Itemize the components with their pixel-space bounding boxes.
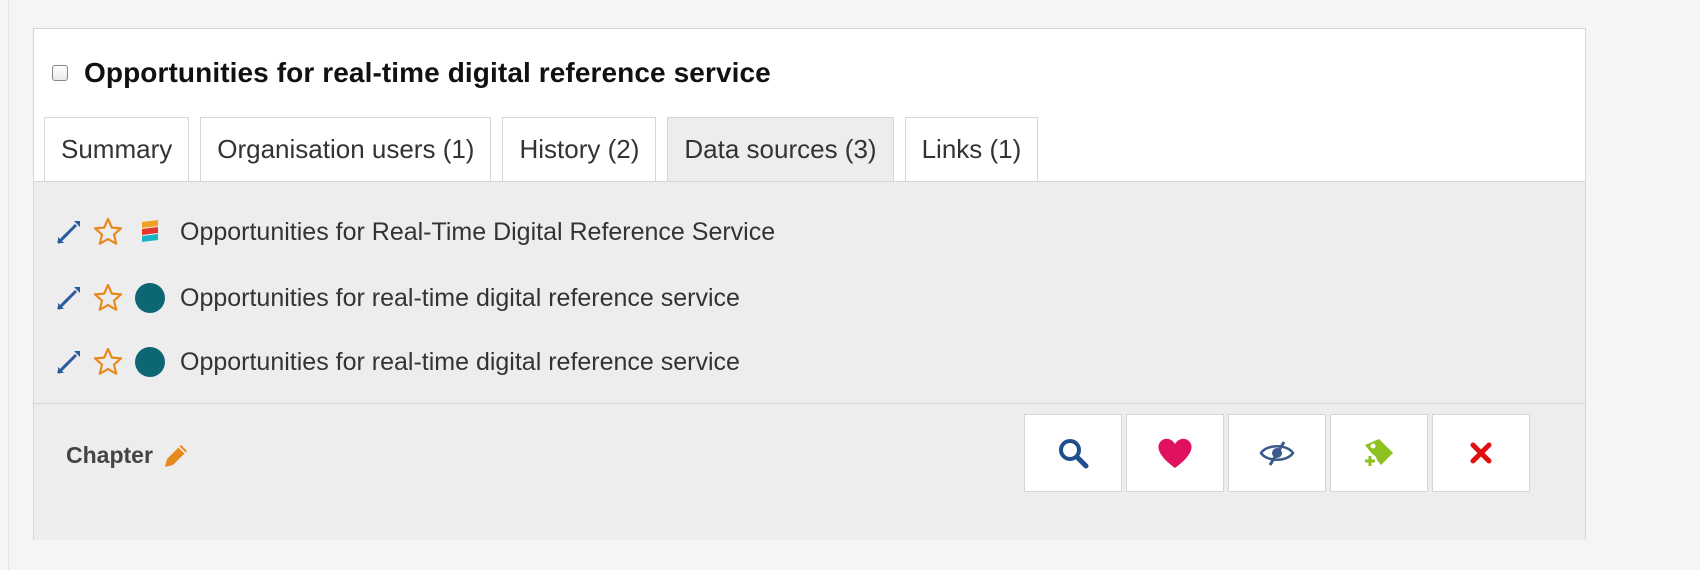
- tab-summary[interactable]: Summary: [44, 117, 190, 181]
- tab-data-sources[interactable]: Data sources (3): [667, 117, 894, 181]
- close-icon: [1470, 442, 1492, 464]
- data-source-label[interactable]: Opportunities for Real-Time Digital Refe…: [180, 218, 775, 247]
- star-icon[interactable]: [92, 216, 124, 248]
- record-card: Opportunities for real-time digital refe…: [33, 28, 1586, 540]
- tab-links[interactable]: Links (1): [904, 117, 1039, 181]
- delete-button[interactable]: [1432, 414, 1530, 492]
- star-icon[interactable]: [92, 346, 124, 378]
- chapter-label: Chapter: [66, 442, 153, 468]
- tab-bar: Summary Organisation users (1) History (…: [44, 117, 1049, 181]
- heart-icon: [1158, 438, 1192, 468]
- add-tag-button[interactable]: [1330, 414, 1428, 492]
- chapter-field: Chapter: [66, 442, 189, 469]
- record-header: Opportunities for real-time digital refe…: [52, 55, 771, 91]
- tag-add-icon: [1363, 439, 1393, 468]
- data-source-row: Opportunities for Real-Time Digital Refe…: [54, 212, 775, 252]
- favourite-button[interactable]: [1126, 414, 1224, 492]
- expand-arrows-icon[interactable]: [54, 217, 84, 247]
- expand-arrows-icon[interactable]: [54, 347, 84, 377]
- data-sources-panel: Opportunities for Real-Time Digital Refe…: [34, 181, 1585, 404]
- expand-arrows-icon[interactable]: [54, 283, 84, 313]
- action-buttons: [1024, 414, 1534, 492]
- data-source-label[interactable]: Opportunities for real-time digital refe…: [180, 284, 740, 313]
- tab-organisation-users[interactable]: Organisation users (1): [200, 117, 492, 181]
- search-icon: [1059, 439, 1089, 469]
- hide-button[interactable]: [1228, 414, 1326, 492]
- search-button[interactable]: [1024, 414, 1122, 492]
- star-icon[interactable]: [92, 282, 124, 314]
- teal-dot-icon: [135, 347, 165, 377]
- tab-history[interactable]: History (2): [502, 117, 657, 181]
- data-source-row: Opportunities for real-time digital refe…: [54, 278, 740, 318]
- select-checkbox[interactable]: [52, 65, 68, 81]
- stacked-bars-logo-icon: [142, 220, 158, 242]
- data-source-label[interactable]: Opportunities for real-time digital refe…: [180, 348, 740, 377]
- record-title: Opportunities for real-time digital refe…: [84, 57, 771, 88]
- teal-dot-icon: [135, 283, 165, 313]
- data-source-row: Opportunities for real-time digital refe…: [54, 342, 740, 382]
- eye-slash-icon: [1259, 441, 1295, 466]
- pencil-icon[interactable]: [163, 443, 189, 469]
- record-footer: Chapter: [34, 403, 1585, 540]
